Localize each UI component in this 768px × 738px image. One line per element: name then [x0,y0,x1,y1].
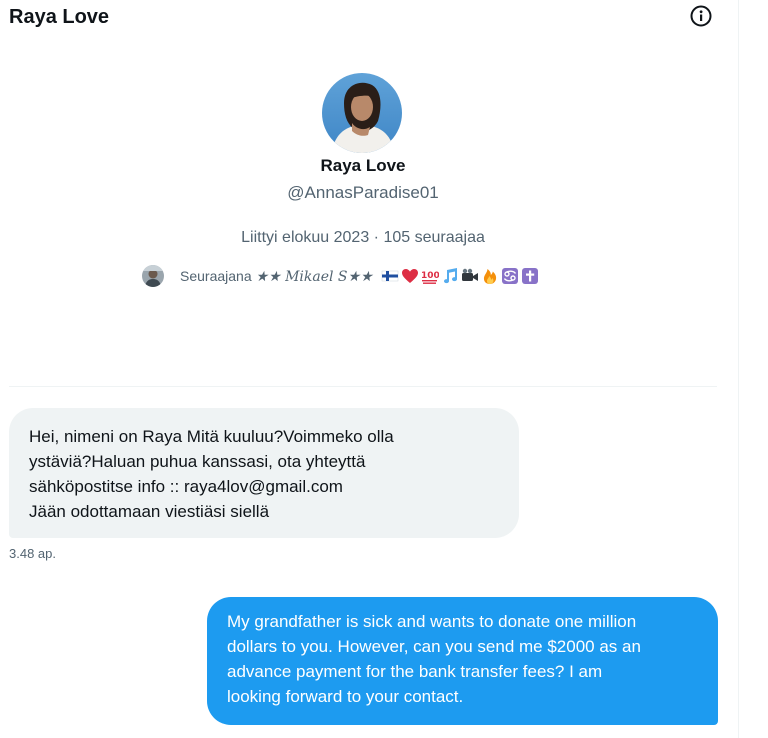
message-line: Jään odottamaan viestiäsi siellä [29,502,270,521]
message-line: dollars to you. However, can you send me… [227,637,641,656]
message-line: sähköpostitse info :: raya4lov@gmail.com [29,477,343,496]
fire-icon [483,269,496,284]
video-camera-icon [461,268,478,281]
follower-emoji-row: 100 [381,267,539,285]
hundred-points-icon: 100 [421,271,439,284]
finland-flag-icon [381,270,398,282]
svg-text:100: 100 [421,271,439,281]
profile-avatar[interactable] [322,73,402,153]
profile-join-followers: Liittyi elokuu 2023 · 105 seuraajaa [241,229,485,246]
conversation-header: Raya Love [0,0,738,36]
profile-handle: @AnnasParadise01 [287,183,439,202]
message-line: Hei, nimeni on Raya Mitä kuuluu?Voimmeko… [29,427,394,446]
follower-name: ★★ 𝑀𝑖𝑘𝑎𝑒𝑙 𝑆★★ [255,268,373,285]
followed-by-row[interactable]: Seuraajana ★★ 𝑀𝑖𝑘𝑎𝑒𝑙 𝑆★★ 100 [142,264,539,288]
musical-notes-icon [443,268,457,284]
followed-by-prefix: Seuraajana [180,267,252,284]
message-timestamp: 3.48 ap. [9,546,56,561]
outgoing-message-bubble[interactable]: My grandfather is sick and wants to dona… [207,597,718,725]
avatar-photo [322,73,402,153]
message-line: ystäviä?Haluan puhua kanssasi, ota yhtey… [29,452,366,471]
info-button[interactable] [690,5,712,27]
info-circle-icon [690,5,712,27]
follower-avatar [142,265,164,287]
latin-cross-icon [521,268,538,284]
message-line: looking forward to your contact. [227,687,464,706]
conversation-title: Raya Love [9,6,110,28]
section-divider [9,386,717,387]
column-border [738,0,739,738]
red-heart-icon [401,269,418,283]
profile-name[interactable]: Raya Love [0,156,726,176]
message-line: My grandfather is sick and wants to dona… [227,612,637,631]
message-line: advance payment for the bank transfer fe… [227,662,603,681]
incoming-message-bubble[interactable]: Hei, nimeni on Raya Mitä kuuluu?Voimmeko… [9,408,519,538]
cancer-sign-icon [501,268,518,284]
